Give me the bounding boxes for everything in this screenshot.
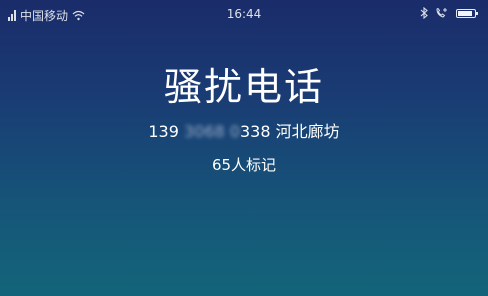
incoming-call-screen: 中国移动 16:44 骚扰电话 139 3068 0338 河北廊坊 65人标记 [0,0,488,296]
call-icon [436,7,447,18]
battery-level [458,10,472,16]
bluetooth-icon [420,7,428,19]
number-suffix: 338 [239,122,271,141]
caller-number-line: 139 3068 0338 河北廊坊 [0,121,488,143]
caller-location: 河北廊坊 [275,122,340,141]
status-bar: 中国移动 16:44 [0,0,488,30]
number-masked-a: 3068 [183,122,225,141]
status-time: 16:44 [226,7,262,21]
battery-icon [456,8,478,18]
caller-label: 骚扰电话 [163,65,324,109]
marked-count: 65人标记 [211,156,277,174]
number-prefix: 139 [148,122,179,141]
number-masked-b: 0 [229,122,240,141]
status-right [420,7,478,19]
